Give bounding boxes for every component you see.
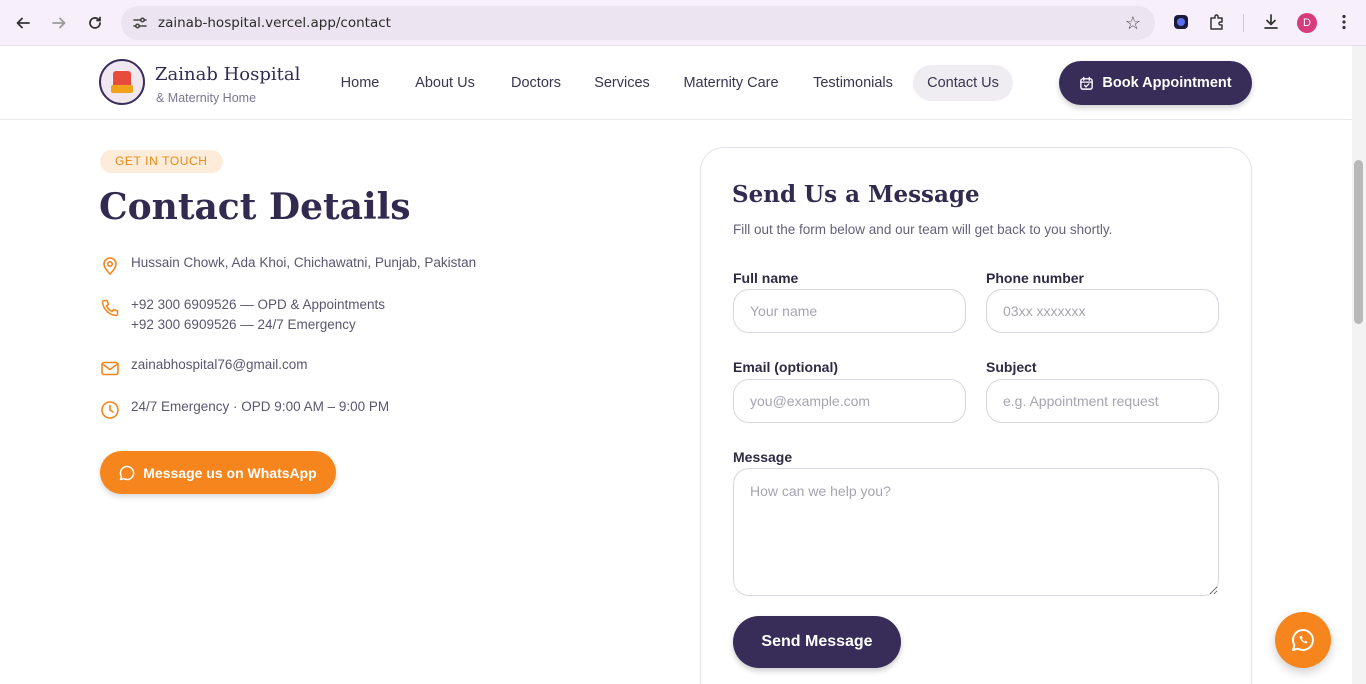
phone-opd-text[interactable]: +92 300 6909526 — OPD & Appointments bbox=[131, 295, 385, 315]
site-header: Zainab Hospital & Maternity Home Home Ab… bbox=[0, 46, 1352, 120]
nav-doctors[interactable]: Doctors bbox=[499, 65, 573, 101]
site-settings-icon[interactable] bbox=[131, 14, 149, 32]
page-scrollbar-thumb[interactable] bbox=[1354, 160, 1363, 324]
mail-icon bbox=[101, 361, 119, 376]
menu-kebab-icon[interactable] bbox=[1334, 12, 1356, 34]
form-subtitle: Fill out the form below and our team wil… bbox=[733, 222, 1113, 237]
full-name-label: Full name bbox=[733, 270, 799, 286]
reload-icon[interactable] bbox=[81, 9, 109, 37]
hospital-logo[interactable] bbox=[99, 59, 145, 105]
download-icon[interactable] bbox=[1261, 12, 1283, 34]
address-text: Hussain Chowk, Ada Khoi, Chichawatni, Pu… bbox=[131, 255, 477, 270]
nav-maternity-care[interactable]: Maternity Care bbox=[672, 65, 790, 101]
subject-label: Subject bbox=[986, 359, 1037, 375]
browser-toolbar: zainab-hospital.vercel.app/contact ☆ D bbox=[0, 0, 1366, 46]
whatsapp-label: Message us on WhatsApp bbox=[143, 464, 317, 481]
phone-emergency-text[interactable]: +92 300 6909526 — 24/7 Emergency bbox=[131, 315, 356, 335]
back-arrow-icon[interactable] bbox=[9, 9, 37, 37]
email-text[interactable]: zainabhospital76@gmail.com bbox=[131, 355, 308, 375]
phone-number-label: Phone number bbox=[986, 270, 1085, 286]
nav-home[interactable]: Home bbox=[330, 65, 390, 101]
clock-icon bbox=[101, 401, 119, 419]
book-appointment-button[interactable]: Book Appointment bbox=[1059, 61, 1252, 105]
bookmark-star-icon[interactable]: ☆ bbox=[1125, 13, 1141, 34]
location-pin-icon bbox=[103, 257, 117, 276]
nav-testimonials[interactable]: Testimonials bbox=[803, 65, 903, 101]
url-text: zainab-hospital.vercel.app/contact bbox=[158, 15, 391, 31]
toolbar-divider bbox=[1243, 14, 1244, 32]
chat-bubble-icon bbox=[120, 465, 135, 480]
phone-icon bbox=[101, 299, 119, 317]
contact-details-heading: Contact Details bbox=[99, 186, 411, 228]
hours-text: 24/7 Emergency · OPD 9:00 AM – 9:00 PM bbox=[131, 399, 390, 414]
page-scrollbar-track[interactable] bbox=[1352, 46, 1366, 684]
message-textarea[interactable] bbox=[733, 468, 1219, 596]
nav-contact-us[interactable]: Contact Us bbox=[913, 65, 1013, 101]
forward-arrow-icon[interactable] bbox=[45, 9, 73, 37]
form-title: Send Us a Message bbox=[732, 181, 980, 208]
whatsapp-button[interactable]: Message us on WhatsApp bbox=[100, 451, 336, 494]
floating-whatsapp-button[interactable] bbox=[1275, 612, 1331, 668]
extension-icon[interactable] bbox=[1171, 12, 1193, 34]
nav-about-us[interactable]: About Us bbox=[404, 65, 486, 101]
email-input[interactable] bbox=[733, 379, 966, 423]
extensions-puzzle-icon[interactable] bbox=[1207, 12, 1229, 34]
subject-input[interactable] bbox=[986, 379, 1219, 423]
profile-avatar[interactable]: D bbox=[1297, 13, 1317, 33]
get-in-touch-badge: GET IN TOUCH bbox=[100, 150, 223, 173]
email-label: Email (optional) bbox=[733, 359, 838, 375]
brand-name[interactable]: Zainab Hospital bbox=[155, 64, 300, 85]
brand-subtitle: & Maternity Home bbox=[156, 91, 257, 105]
full-name-input[interactable] bbox=[733, 289, 966, 333]
nav-services[interactable]: Services bbox=[586, 65, 658, 101]
phone-number-input[interactable] bbox=[986, 289, 1219, 333]
book-appointment-label: Book Appointment bbox=[1102, 75, 1232, 91]
message-label: Message bbox=[733, 449, 793, 465]
calendar-icon bbox=[1080, 76, 1094, 90]
address-bar[interactable]: zainab-hospital.vercel.app/contact ☆ bbox=[121, 6, 1155, 40]
whatsapp-icon bbox=[1292, 629, 1314, 651]
send-message-button[interactable]: Send Message bbox=[733, 616, 901, 668]
